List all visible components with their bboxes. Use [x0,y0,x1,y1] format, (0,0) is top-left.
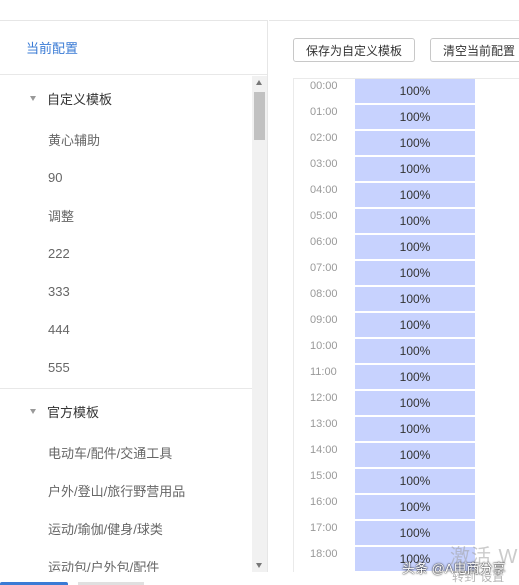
hour-label: 17:00 [310,522,338,534]
template-panel: 当前配置 自定义模板 黄心辅助 90 调整 222 333 444 555 官方… [0,20,268,572]
hour-ratio-cell[interactable]: 100% [355,391,475,416]
schedule-row: 09:00 100% [294,313,519,339]
top-strip [0,0,519,20]
hour-label: 06:00 [310,236,338,248]
hour-label: 12:00 [310,392,338,404]
template-item[interactable]: 运动/瑜伽/健身/球类 [0,509,252,547]
group-toggle-official[interactable]: 官方模板 [0,389,252,433]
hour-ratio-cell[interactable]: 100% [355,105,475,130]
schedule-row: 08:00 100% [294,287,519,313]
hour-label: 10:00 [310,340,338,352]
hour-label: 16:00 [310,496,338,508]
hour-label: 04:00 [310,184,338,196]
hour-label: 05:00 [310,210,338,222]
template-item[interactable]: 222 [0,234,252,272]
hour-label: 13:00 [310,418,338,430]
save-as-template-button[interactable]: 保存为自定义模板 [293,38,416,62]
group-title: 官方模板 [47,404,100,420]
hour-ratio-cell[interactable]: 100% [355,339,475,364]
schedule-row: 13:00 100% [294,417,519,443]
schedule-row: 06:00 100% [294,235,519,261]
template-tree: 自定义模板 黄心辅助 90 调整 222 333 444 555 官方模板 电动… [0,76,252,572]
hour-label: 15:00 [310,470,338,482]
schedule-row: 11:00 100% [294,365,519,391]
hour-ratio-cell[interactable]: 100% [355,495,475,520]
schedule-row: 05:00 100% [294,209,519,235]
template-item[interactable]: 黄心辅助 [0,120,252,158]
hour-ratio-cell[interactable]: 100% [355,313,475,338]
schedule-row: 01:00 100% [294,105,519,131]
schedule-row: 07:00 100% [294,261,519,287]
template-item[interactable]: 333 [0,272,252,310]
hour-ratio-cell[interactable]: 100% [355,261,475,286]
hour-label: 03:00 [310,158,338,170]
schedule-row: 04:00 100% [294,183,519,209]
schedule-row: 10:00 100% [294,339,519,365]
hour-ratio-cell[interactable]: 100% [355,287,475,312]
hour-label: 11:00 [310,366,337,378]
schedule-row: 00:00 100% [294,79,519,105]
hour-ratio-cell[interactable]: 100% [355,79,475,104]
template-item[interactable]: 90 [0,158,252,196]
group-official-templates: 官方模板 电动车/配件/交通工具 户外/登山/旅行野营用品 运动/瑜伽/健身/球… [0,389,252,572]
scroll-thumb[interactable] [254,92,265,140]
scroll-up-arrow-icon[interactable] [256,80,262,85]
panel-header: 当前配置 [0,21,267,75]
template-item[interactable]: 555 [0,348,252,386]
schedule-row: 02:00 100% [294,131,519,157]
group-custom-templates: 自定义模板 黄心辅助 90 调整 222 333 444 555 [0,76,252,389]
schedule-panel: 保存为自定义模板 清空当前配置 00:00 100% 01:00 100% 02:00 1… [269,20,519,572]
brand-watermark: 头条 @A电商分享 [402,561,506,576]
hour-label: 08:00 [310,288,338,300]
schedule-row: 16:00 100% [294,495,519,521]
scroll-down-arrow-icon[interactable] [256,563,262,568]
hour-ratio-cell[interactable]: 100% [355,131,475,156]
hour-ratio-cell[interactable]: 100% [355,417,475,442]
caret-down-icon [30,95,36,101]
schedule-row: 14:00 100% [294,443,519,469]
toolbar: 保存为自定义模板 清空当前配置 [293,38,519,62]
hour-label: 07:00 [310,262,338,274]
tree-scrollbar[interactable] [252,76,267,572]
schedule-row: 15:00 100% [294,469,519,495]
schedule-row: 03:00 100% [294,157,519,183]
hour-label: 14:00 [310,444,338,456]
caret-down-icon [30,408,36,414]
group-toggle-custom[interactable]: 自定义模板 [0,76,252,120]
hour-ratio-cell[interactable]: 100% [355,443,475,468]
clear-config-button[interactable]: 清空当前配置 [430,38,519,62]
template-item[interactable]: 运动包/户外包/配件 [0,547,252,573]
current-config-tab[interactable]: 当前配置 [26,38,78,57]
hour-ratio-cell[interactable]: 100% [355,157,475,182]
hour-label: 00:00 [310,80,338,92]
hour-ratio-cell[interactable]: 100% [355,469,475,494]
hour-label: 09:00 [310,314,338,326]
hour-ratio-cell[interactable]: 100% [355,235,475,260]
hourly-schedule: 00:00 100% 01:00 100% 02:00 100% 03:00 100% 04:0… [293,78,519,572]
template-item[interactable]: 户外/登山/旅行野营用品 [0,471,252,509]
schedule-row: 12:00 100% [294,391,519,417]
hour-ratio-cell[interactable]: 100% [355,209,475,234]
hour-label: 01:00 [310,106,338,118]
group-title: 自定义模板 [47,91,113,107]
template-item[interactable]: 444 [0,310,252,348]
hour-label: 02:00 [310,132,338,144]
hour-ratio-cell[interactable]: 100% [355,365,475,390]
hour-label: 18:00 [310,548,338,560]
hour-ratio-cell[interactable]: 100% [355,183,475,208]
template-item[interactable]: 调整 [0,196,252,234]
template-item[interactable]: 电动车/配件/交通工具 [0,433,252,471]
